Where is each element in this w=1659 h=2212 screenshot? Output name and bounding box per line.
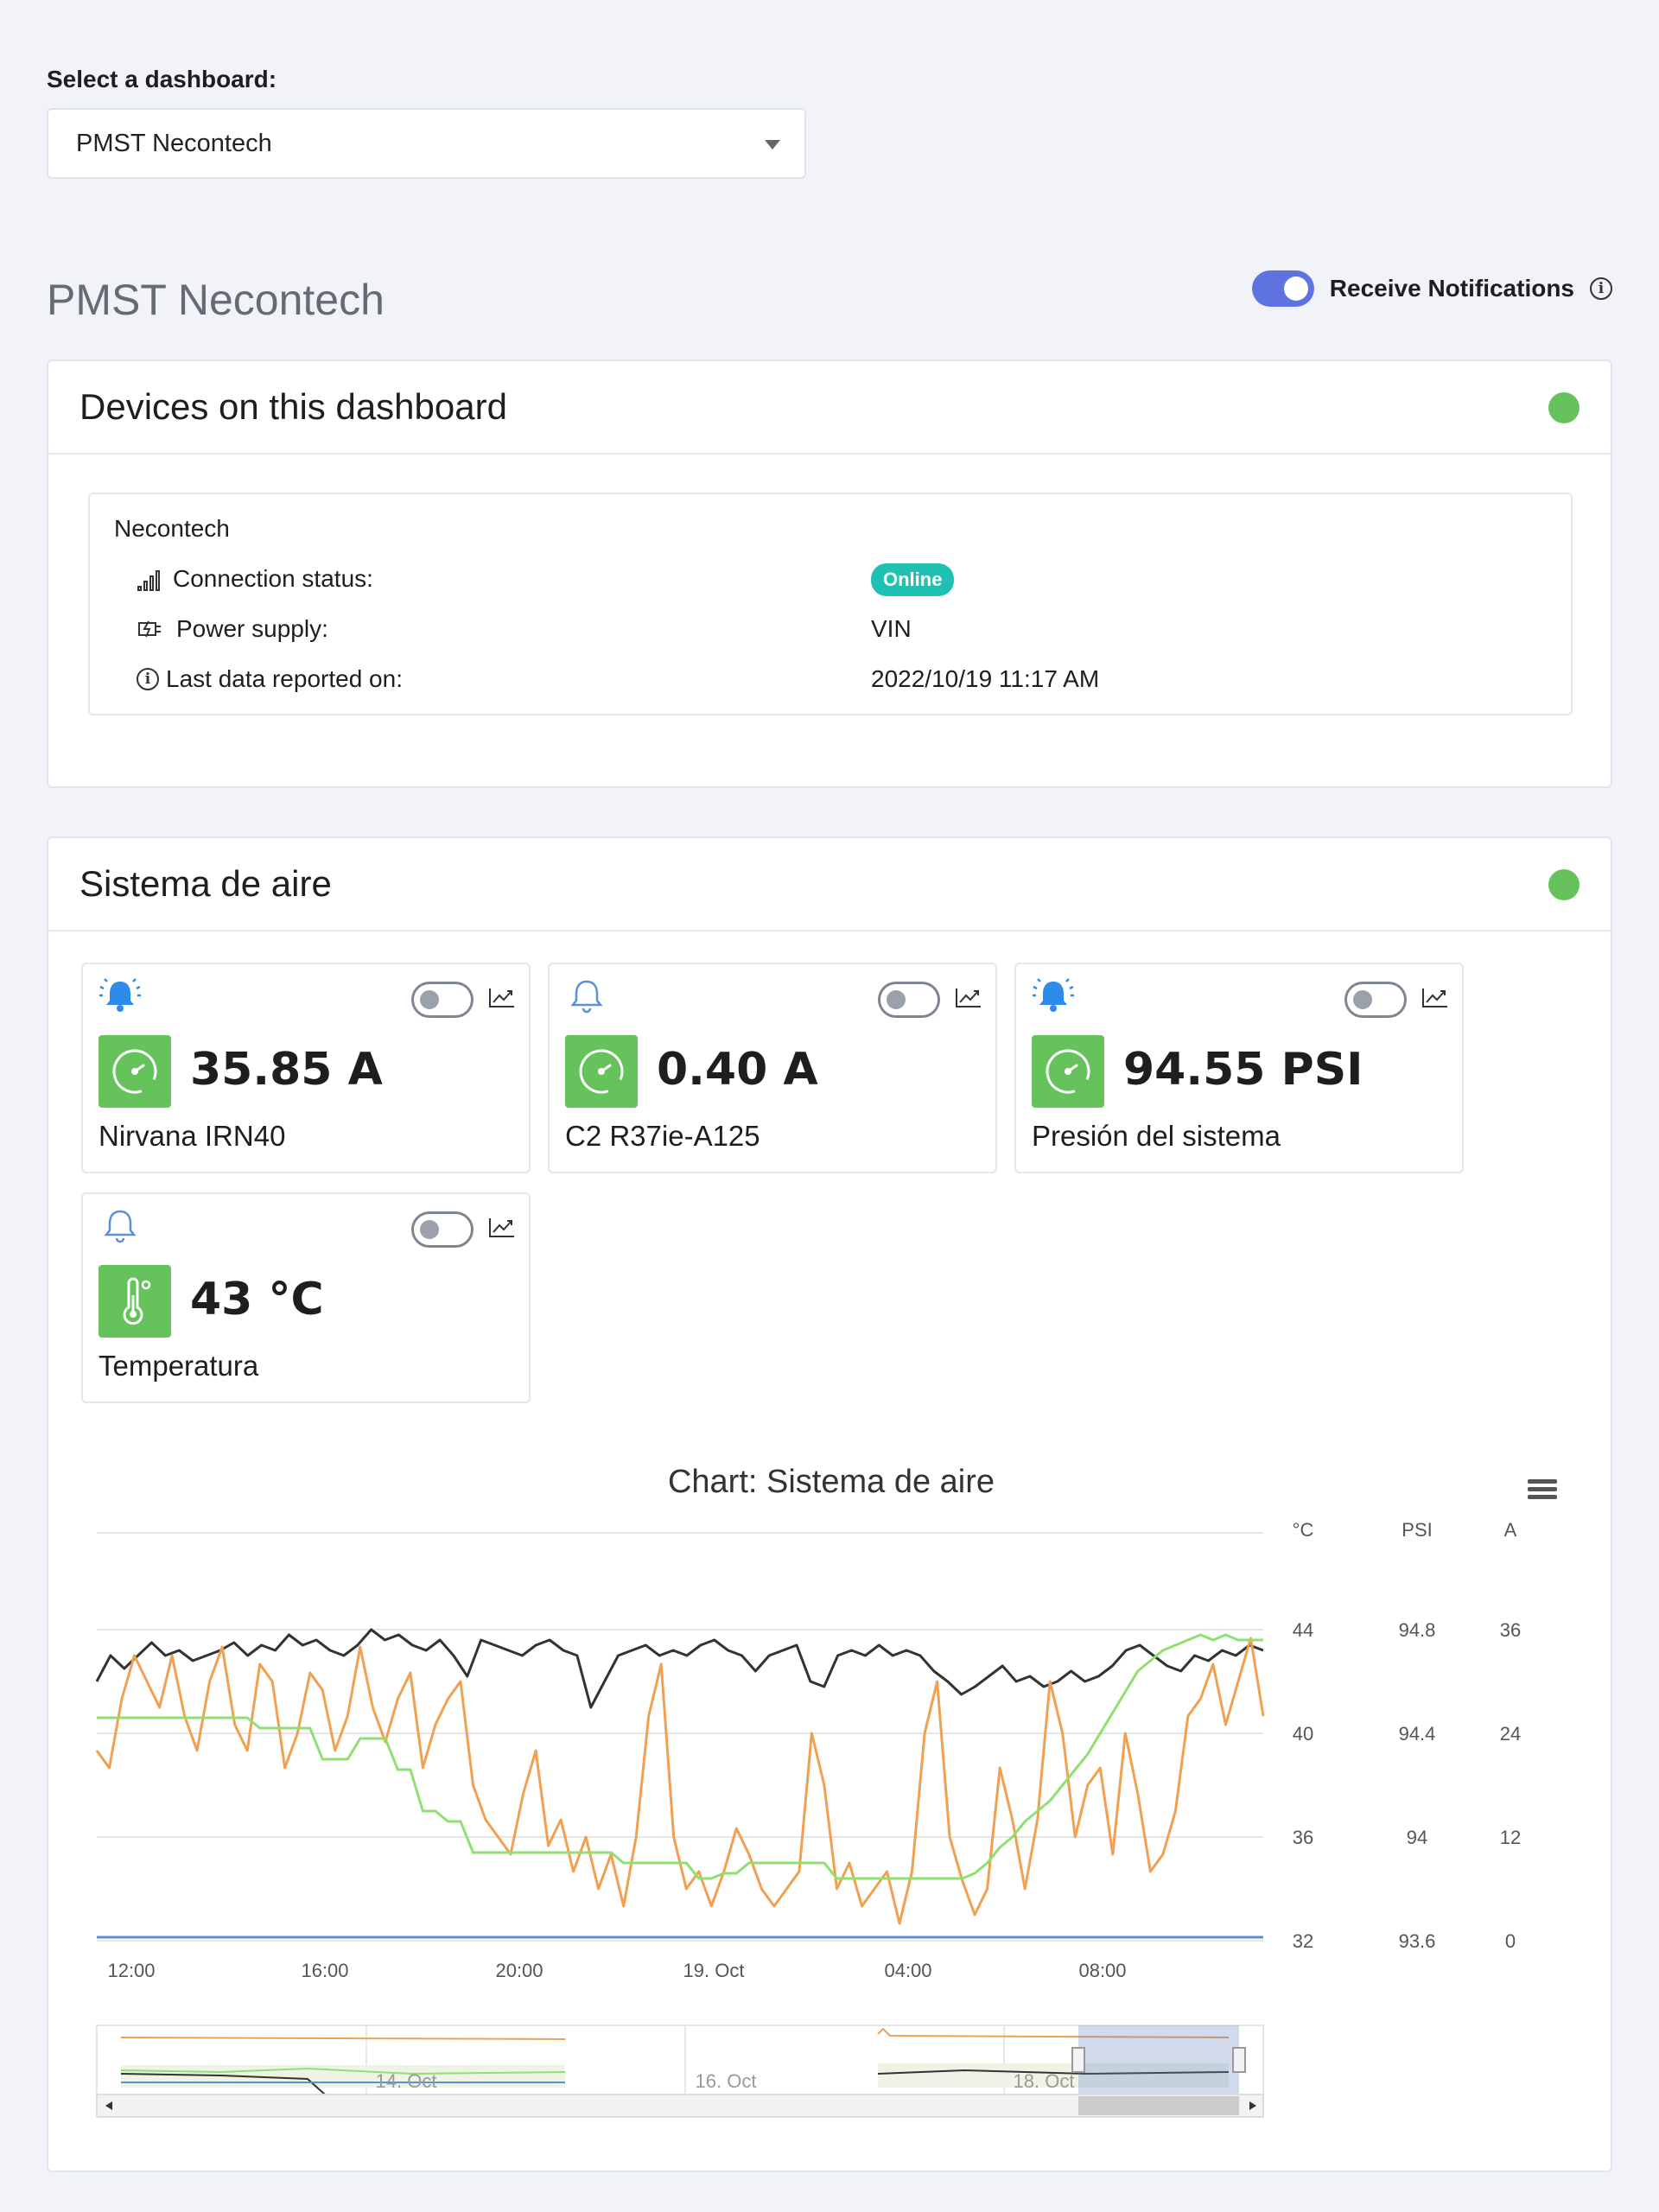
navigator-handle[interactable] — [1071, 2047, 1085, 2073]
scrollbar-thumb[interactable] — [1078, 2096, 1239, 2115]
notifications-control: Receive Notifications i — [1251, 270, 1612, 307]
y-axis-unit: °C — [1293, 1519, 1314, 1541]
system-card: Sistema de aire 35.85 A Nirvana IRN40 0.… — [47, 836, 1612, 2172]
connection-status-label: Connection status: — [173, 565, 373, 592]
navigator-label: 14. Oct — [376, 2070, 437, 2092]
device-row-power: Power supply: — [137, 615, 328, 643]
y-tick-label: 24 — [1500, 1723, 1521, 1745]
y-tick-label: 32 — [1293, 1930, 1313, 1952]
x-tick-label: 12:00 — [107, 1960, 155, 1981]
caret-down-icon — [765, 140, 780, 149]
y-axis-unit: A — [1504, 1519, 1517, 1541]
devices-card-title: Devices on this dashboard — [79, 386, 507, 427]
last-data-label: Last data reported on: — [166, 665, 403, 692]
device-row-connection: Connection status: — [137, 565, 373, 593]
device-name: Necontech — [114, 515, 230, 542]
dashboard-select-value: PMST Necontech — [76, 129, 272, 157]
y-tick-label: 40 — [1293, 1723, 1313, 1745]
page-title: PMST Necontech — [47, 276, 385, 324]
y-tick-label: 0 — [1505, 1930, 1516, 1952]
power-supply-label: Power supply: — [176, 615, 328, 642]
x-tick-label: 08:00 — [1078, 1960, 1126, 1981]
x-tick-label: 04:00 — [884, 1960, 931, 1981]
chart-series-line — [95, 1628, 1264, 1709]
info-icon: i — [137, 668, 159, 690]
dashboard-select[interactable]: PMST Necontech — [47, 108, 806, 179]
y-tick-label: 12 — [1500, 1827, 1521, 1848]
navigator-selection[interactable] — [1078, 2025, 1239, 2094]
power-plug-icon — [138, 620, 161, 638]
chart[interactable]: °C 44 40 36 32 PSI 94.8 94.4 94 93.6 A 36 24 12 0 12:00… — [48, 838, 1614, 2174]
y-tick-label: 94 — [1407, 1827, 1427, 1848]
menu-icon[interactable] — [1528, 1487, 1557, 1491]
navigator-area — [121, 2065, 565, 2088]
devices-card: Devices on this dashboard Necontech Conn… — [47, 359, 1612, 788]
info-icon[interactable]: i — [1590, 277, 1612, 300]
chart-series-line — [97, 1633, 1263, 1880]
devices-card-header: Devices on this dashboard — [48, 361, 1611, 454]
menu-icon[interactable] — [1528, 1479, 1557, 1484]
connection-status-value: Online — [871, 563, 955, 596]
status-dot-icon — [1548, 392, 1580, 423]
y-axis-unit: PSI — [1402, 1519, 1432, 1541]
y-tick-label: 93.6 — [1399, 1930, 1436, 1952]
device-panel: Necontech Connection status: Online Powe… — [88, 493, 1573, 715]
device-row-last-data: i Last data reported on: — [137, 665, 403, 693]
x-tick-label: 16:00 — [301, 1960, 348, 1981]
signal-icon — [137, 570, 160, 591]
x-tick-label: 20:00 — [495, 1960, 543, 1981]
power-supply-value: VIN — [871, 615, 912, 642]
online-badge: Online — [871, 563, 955, 596]
y-tick-label: 94.4 — [1399, 1723, 1436, 1745]
dashboard-select-label: Select a dashboard: — [47, 66, 277, 92]
y-tick-label: 36 — [1293, 1827, 1313, 1848]
y-tick-label: 36 — [1500, 1619, 1521, 1641]
navigator-label: 18. Oct — [1014, 2070, 1075, 2092]
notifications-label: Receive Notifications — [1329, 275, 1574, 302]
x-tick-label: 19. Oct — [683, 1960, 745, 1981]
menu-icon[interactable] — [1528, 1495, 1557, 1499]
last-data-value: 2022/10/19 11:17 AM — [871, 665, 1100, 692]
y-tick-label: 44 — [1293, 1619, 1313, 1641]
navigator-handle[interactable] — [1232, 2047, 1246, 2073]
navigator-label: 16. Oct — [696, 2070, 757, 2092]
y-tick-label: 94.8 — [1399, 1619, 1436, 1641]
notifications-toggle[interactable] — [1251, 270, 1314, 307]
